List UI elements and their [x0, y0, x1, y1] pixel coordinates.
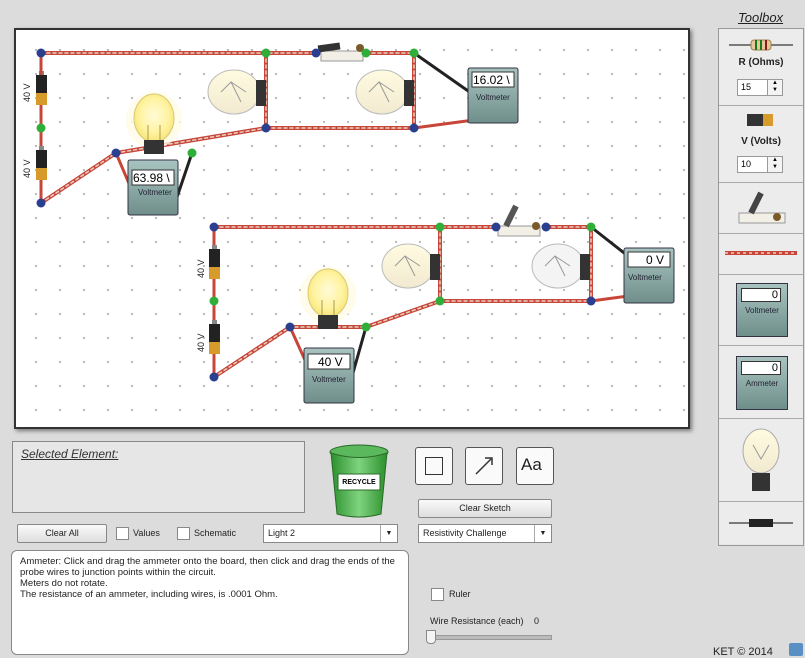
voltmeter[interactable]: 16.02 \ Voltmeter [467, 67, 519, 124]
battery-voltage-label: 40 V [22, 159, 32, 178]
battery-voltage-label: 40 V [196, 333, 206, 352]
clear-all-button[interactable]: Clear All [17, 524, 107, 543]
resistance-value: 15 [741, 82, 752, 92]
chevron-down-icon: ▼ [534, 525, 551, 542]
toolbox-wire[interactable] [719, 234, 803, 275]
light-bulb[interactable] [381, 243, 440, 289]
battery[interactable] [36, 71, 47, 105]
battery-voltage-label: 40 V [22, 83, 32, 102]
wire-resistance-value: 0 [534, 616, 540, 626]
voltmeter-reading: 0 V [646, 253, 664, 267]
voltmeter-reading: 40 V [318, 355, 343, 369]
toolbox-title: Toolbox [738, 10, 784, 25]
voltmeter[interactable]: 40 V Voltmeter [303, 347, 355, 404]
light-select[interactable]: Light 2 ▼ [263, 524, 398, 543]
schematic-checkbox[interactable] [177, 527, 190, 540]
selected-element-title: Selected Element: [21, 447, 119, 461]
battery[interactable] [36, 146, 47, 180]
ammeter-tool-label: Ammeter [745, 379, 779, 388]
light-bulb[interactable] [207, 69, 266, 115]
toolbox-light-bulb[interactable] [719, 419, 803, 502]
wire-resistance-slider[interactable] [428, 635, 552, 640]
text-tool-label: Aa [521, 455, 542, 474]
wire-resistance-label: Wire Resistance (each) [430, 616, 524, 626]
resistor-label: R (Ohms) [738, 57, 784, 68]
voltmeter-reading: 63.98 \ [133, 171, 170, 185]
rectangle-sketch-button[interactable] [415, 447, 453, 485]
resistance-stepper[interactable]: 15 ▲ ▼ [737, 79, 783, 96]
challenge-select[interactable]: Resistivity Challenge ▼ [418, 524, 552, 543]
clear-sketch-button[interactable]: Clear Sketch [418, 499, 552, 518]
voltmeter-tool-reading: 0 [741, 288, 781, 302]
voltmeter-tool-label: Voltmeter [745, 306, 779, 315]
voltage-stepper[interactable]: 10 ▲ ▼ [737, 156, 783, 173]
ruler-label: Ruler [449, 589, 471, 599]
help-text-panel: Ammeter: Click and drag the ammeter onto… [11, 550, 409, 655]
toolbox-resistor[interactable]: R (Ohms) 15 ▲ ▼ [719, 29, 803, 106]
arrow-sketch-button[interactable] [465, 447, 503, 485]
circuit-board[interactable]: 40 V 40 V 40 V 40 V 63.98 \ Voltmeter 16… [14, 28, 690, 429]
circuit-canvas[interactable]: 40 V 40 V 40 V 40 V 63.98 \ Voltmeter 16… [16, 30, 688, 427]
voltmeter-label: Voltmeter [628, 273, 662, 282]
ammeter-icon: 0 Ammeter [736, 356, 788, 410]
schematic-label: Schematic [194, 528, 237, 538]
values-checkbox[interactable] [116, 527, 129, 540]
recycle-bin[interactable]: RECYCLE [328, 444, 390, 523]
battery[interactable] [209, 245, 220, 279]
battery[interactable] [209, 320, 220, 354]
voltmeter-label: Voltmeter [312, 375, 346, 384]
wire-icon [725, 251, 797, 255]
resistor-icon [729, 39, 793, 51]
switch[interactable] [317, 42, 364, 62]
light-select-value: Light 2 [268, 528, 296, 538]
text-sketch-button[interactable]: Aa [516, 447, 554, 485]
help-line: Ammeter: Click and drag the ammeter onto… [20, 556, 395, 578]
toolbox-battery[interactable]: V (Volts) 10 ▲ ▼ [719, 106, 803, 183]
selected-element-panel: Selected Element: [12, 441, 305, 513]
light-bulb-icon [742, 428, 780, 491]
copyright: KET © 2014 [713, 646, 773, 658]
voltmeter-reading: 16.02 \ [473, 73, 510, 87]
ruler-checkbox[interactable] [431, 588, 444, 601]
chevron-down-icon: ▼ [380, 525, 397, 542]
light-bulb[interactable] [531, 243, 590, 289]
help-line: The resistance of an ammeter, including … [20, 589, 278, 600]
slider-thumb[interactable] [426, 630, 436, 644]
voltage-value: 10 [741, 159, 752, 169]
ammeter-tool-reading: 0 [741, 361, 781, 375]
light-bulb-lit[interactable] [300, 267, 356, 329]
values-label: Values [133, 528, 160, 538]
battery-label: V (Volts) [741, 136, 781, 147]
toolbox-ammeter[interactable]: 0 Ammeter [719, 346, 803, 419]
help-line: Meters do not rotate. [20, 578, 108, 589]
toolbox-fuse[interactable] [719, 502, 803, 544]
voltmeter[interactable]: 0 V Voltmeter [623, 247, 675, 304]
challenge-select-value: Resistivity Challenge [423, 528, 507, 538]
stepper-arrows-icon[interactable]: ▲ ▼ [767, 157, 782, 172]
stepper-arrows-icon[interactable]: ▲ ▼ [767, 80, 782, 95]
switch-icon [738, 191, 786, 224]
rectangle-icon [425, 457, 443, 475]
arrow-icon [475, 457, 493, 475]
voltmeter-label: Voltmeter [138, 188, 172, 197]
folder-icon[interactable] [789, 643, 803, 656]
toolbox-switch[interactable] [719, 183, 803, 234]
toolbox-voltmeter[interactable]: 0 Voltmeter [719, 275, 803, 346]
voltmeter-icon: 0 Voltmeter [736, 283, 788, 337]
light-bulb[interactable] [355, 69, 414, 115]
battery-icon [747, 114, 773, 126]
voltmeter-label: Voltmeter [476, 93, 510, 102]
recycle-label: RECYCLE [342, 479, 376, 486]
toolbox: R (Ohms) 15 ▲ ▼ V (Volts) 10 ▲ ▼ 0 Voltmet… [718, 28, 804, 546]
battery-voltage-label: 40 V [196, 259, 206, 278]
fuse-icon [729, 519, 793, 527]
switch[interactable] [497, 204, 541, 237]
voltmeter[interactable]: 63.98 \ Voltmeter [127, 159, 179, 216]
